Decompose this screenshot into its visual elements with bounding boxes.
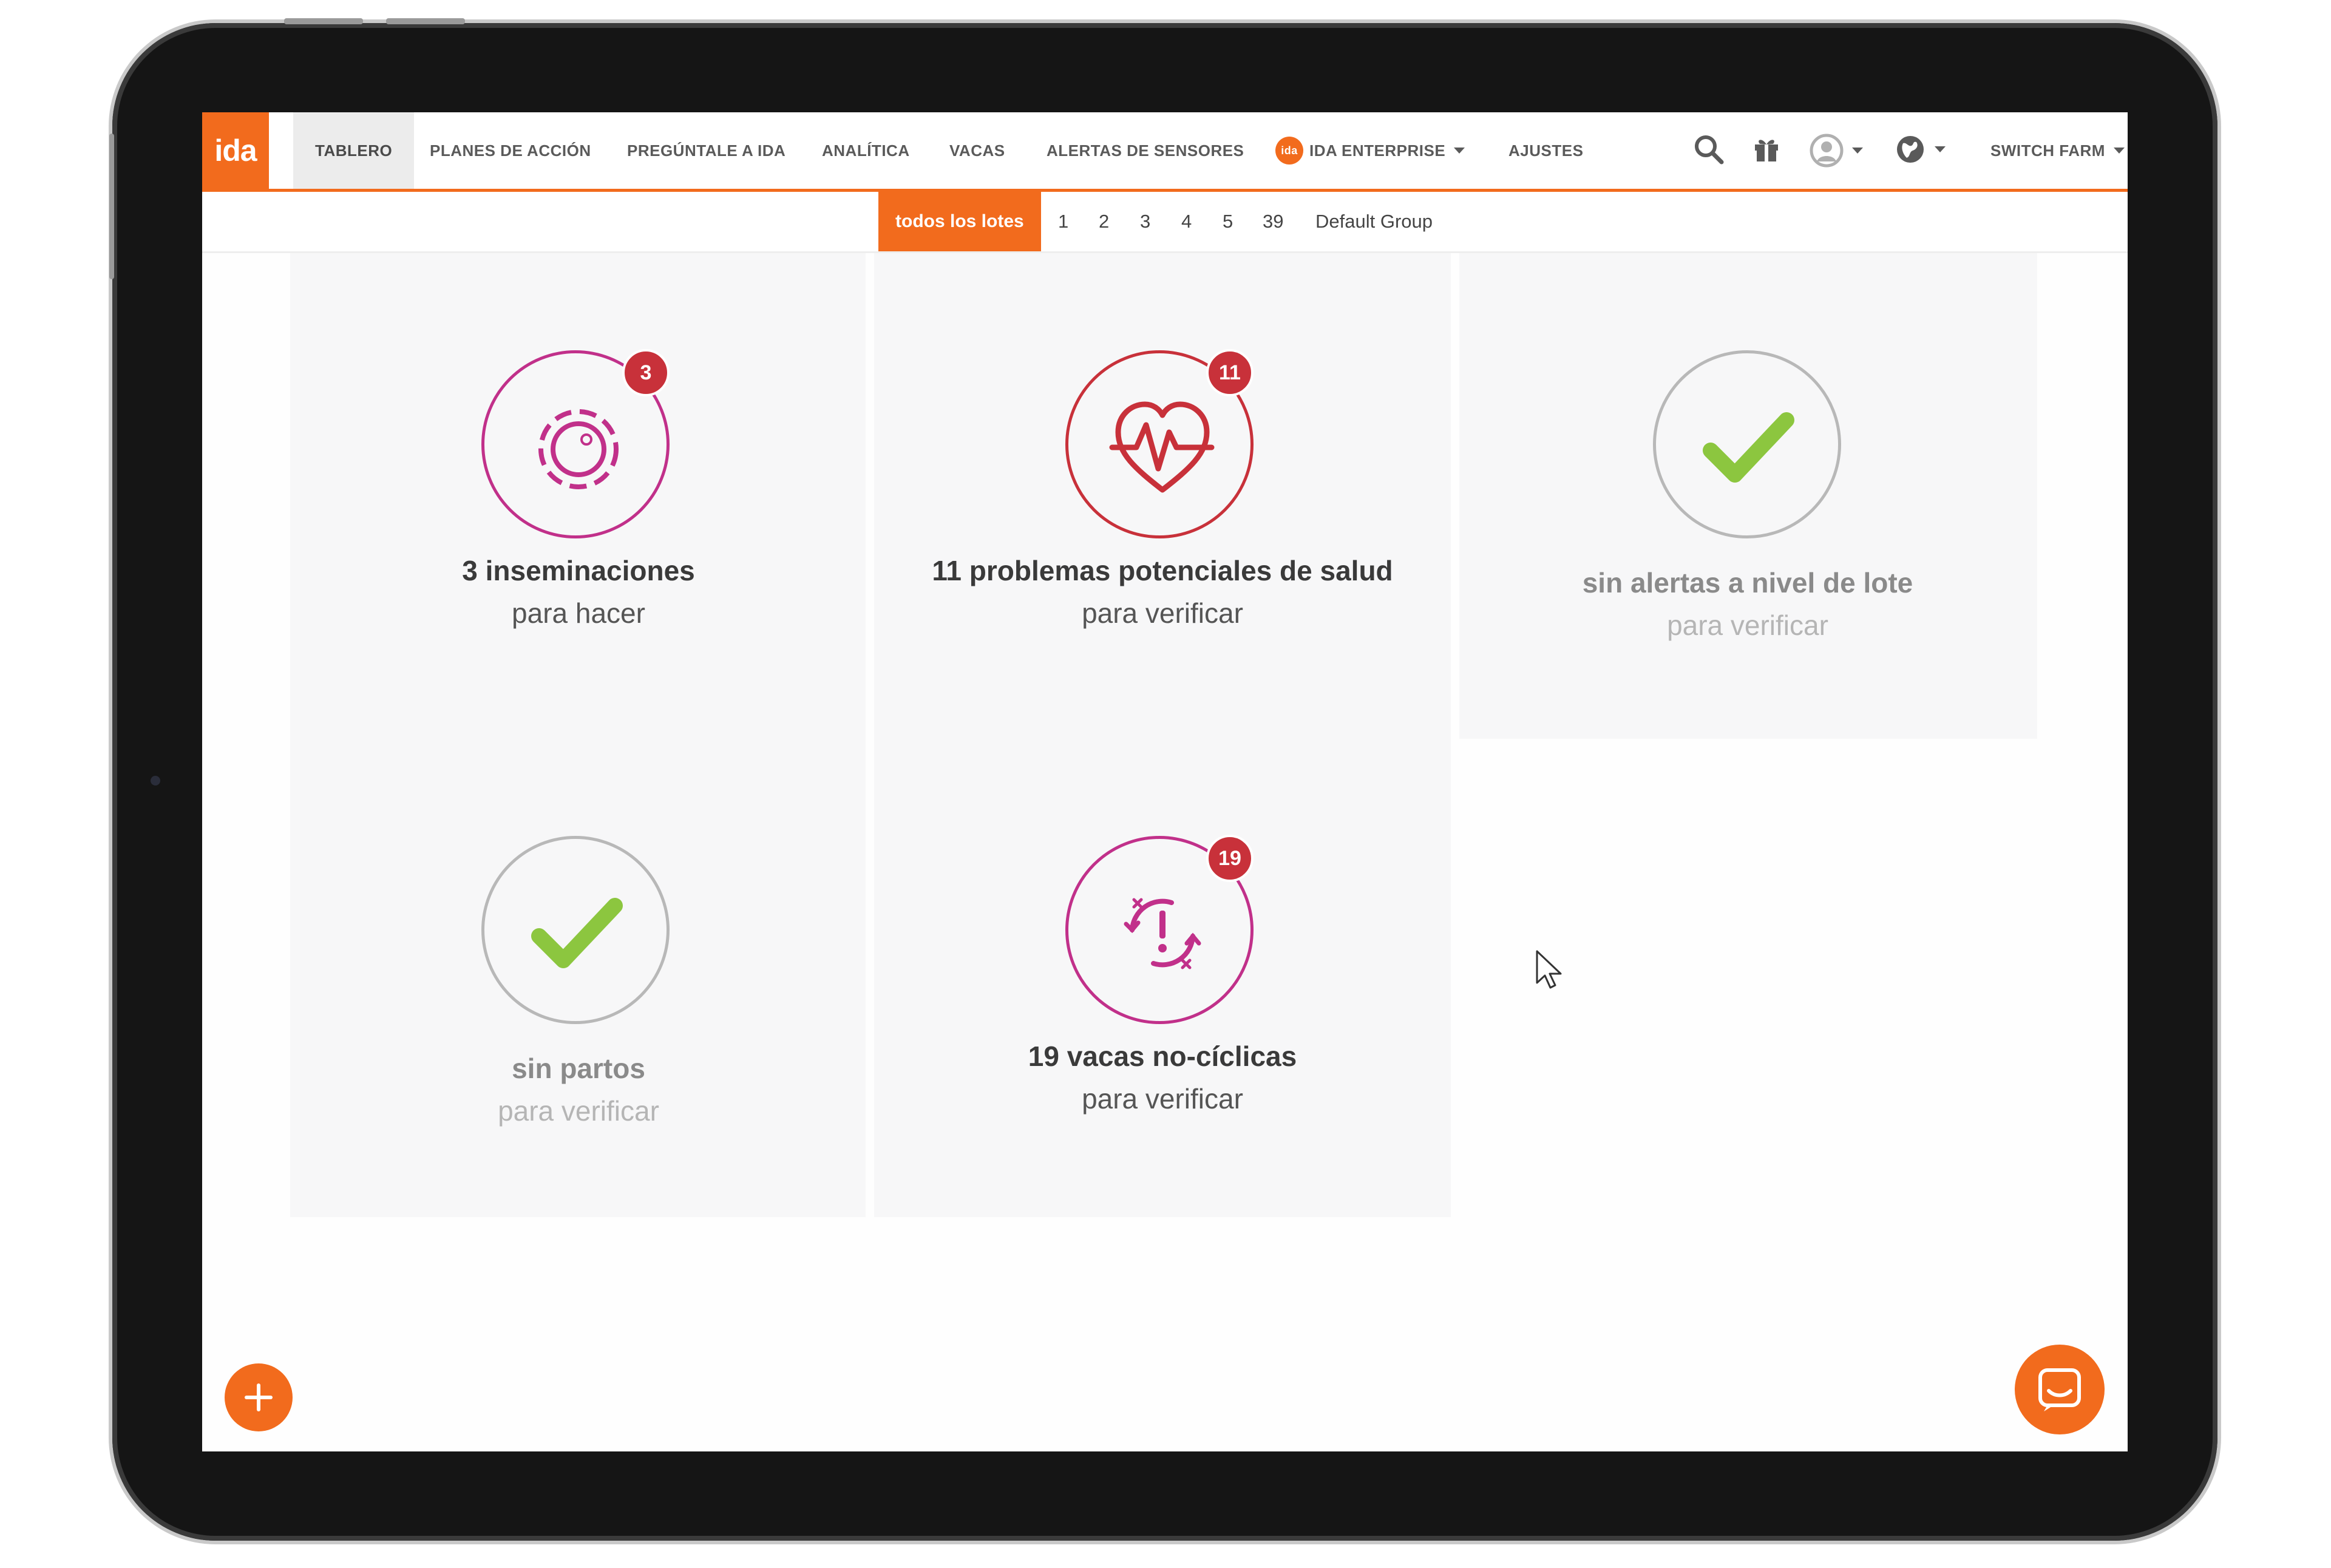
lot-tab-2[interactable]: 2: [1099, 192, 1109, 251]
tab-planes-de-accion[interactable]: PLANES DE ACCIÓN: [430, 112, 591, 189]
plus-icon: [245, 1383, 273, 1411]
tab-analitica[interactable]: ANALÍTICA: [822, 112, 910, 189]
card-subtitle: para verificar: [1082, 1083, 1243, 1115]
volume-button-down: [386, 18, 465, 24]
lot-tab-39[interactable]: 39: [1263, 192, 1283, 251]
lot-tab-all[interactable]: todos los lotes: [878, 192, 1041, 251]
lot-tab-1[interactable]: 1: [1058, 192, 1068, 251]
chevron-down-icon: [1852, 148, 1863, 154]
tab-ajustes[interactable]: AJUSTES: [1508, 112, 1583, 189]
lot-label: 3: [1140, 211, 1151, 232]
card-title: 19 vacas no-cíclicas: [1028, 1040, 1297, 1072]
tab-label: PREGÚNTALE A IDA: [627, 141, 786, 160]
user-avatar-icon: [1810, 134, 1844, 168]
lot-tab-5[interactable]: 5: [1223, 192, 1233, 251]
card-title: sin alertas a nivel de lote: [1582, 567, 1913, 599]
card-subtitle: para hacer: [512, 597, 645, 629]
globe-icon: [1897, 136, 1924, 163]
search-icon: [1695, 135, 1724, 165]
lot-tab-default-group[interactable]: Default Group: [1315, 192, 1433, 251]
no-ciclicas-count-badge: 19: [1206, 835, 1254, 882]
volume-button-up: [284, 18, 363, 24]
tab-tablero[interactable]: TABLERO: [293, 112, 415, 189]
card-title: sin partos: [512, 1053, 645, 1084]
switch-farm-menu[interactable]: SWITCH FARM: [1990, 112, 2125, 189]
lot-label: 1: [1058, 211, 1069, 232]
add-button[interactable]: [225, 1363, 293, 1431]
card-subtitle: para verificar: [1667, 609, 1828, 641]
lot-tab-3[interactable]: 3: [1140, 192, 1150, 251]
app-screen: ida TABLERO PLANES DE ACCIÓN PREGÚNTALE …: [202, 112, 2128, 1451]
gift-button[interactable]: [1751, 134, 1782, 164]
ida-logo[interactable]: ida: [202, 112, 269, 189]
alertas-lote-circle: [1653, 350, 1841, 538]
tab-alertas-de-sensores[interactable]: ALERTAS DE SENSORES: [1047, 112, 1244, 189]
lot-label: 4: [1181, 211, 1192, 232]
lot-label: todos los lotes: [895, 211, 1024, 231]
ida-enterprise-logo-icon: ida: [1275, 137, 1303, 165]
salud-count-badge: 11: [1206, 349, 1254, 396]
inseminaciones-count-badge: 3: [622, 349, 670, 396]
camera-dot: [151, 776, 160, 786]
gift-icon: [1755, 140, 1778, 161]
tab-label: ANALÍTICA: [822, 141, 910, 160]
lot-tab-4[interactable]: 4: [1181, 192, 1192, 251]
chevron-down-icon: [1935, 146, 1946, 152]
lot-label: Default Group: [1315, 211, 1433, 232]
search-button[interactable]: [1693, 134, 1725, 165]
tab-label: IDA ENTERPRISE: [1309, 141, 1446, 160]
lot-label: 5: [1223, 211, 1233, 232]
tab-ida-enterprise[interactable]: ida IDA ENTERPRISE: [1275, 112, 1465, 189]
tab-label: VACAS: [949, 141, 1005, 160]
tab-label: AJUSTES: [1508, 141, 1584, 160]
checkmark-icon: [1703, 412, 1794, 483]
top-navigation-bar: ida TABLERO PLANES DE ACCIÓN PREGÚNTALE …: [202, 112, 2128, 192]
lot-label: 2: [1099, 211, 1110, 232]
card-subtitle: para verificar: [498, 1095, 659, 1127]
card-title: 3 inseminaciones: [462, 555, 695, 586]
tab-preguntale-a-ida[interactable]: PREGÚNTALE A IDA: [627, 112, 785, 189]
tab-label: ALERTAS DE SENSORES: [1047, 141, 1244, 160]
lot-filter-bar: todos los lotes 1 2 3 4 5 39 Default Gro…: [202, 192, 2128, 253]
chat-icon: [2038, 1368, 2081, 1411]
chevron-down-icon: [2113, 148, 2125, 154]
power-button: [109, 134, 114, 279]
chat-support-button[interactable]: [2015, 1345, 2105, 1434]
mouse-cursor-icon: [1536, 950, 1562, 989]
chevron-down-icon: [1454, 148, 1465, 154]
switch-farm-label: SWITCH FARM: [1990, 141, 2105, 160]
card-title: 11 problemas potenciales de salud: [932, 555, 1393, 586]
lot-label: 39: [1263, 211, 1284, 232]
user-menu[interactable]: [1810, 134, 1863, 168]
language-menu[interactable]: [1895, 134, 1946, 165]
tab-label: PLANES DE ACCIÓN: [430, 141, 591, 160]
partos-circle: [481, 836, 670, 1024]
card-subtitle: para verificar: [1082, 597, 1243, 629]
tab-label: TABLERO: [315, 141, 393, 160]
tab-vacas[interactable]: VACAS: [949, 112, 1005, 189]
checkmark-icon: [531, 898, 623, 968]
